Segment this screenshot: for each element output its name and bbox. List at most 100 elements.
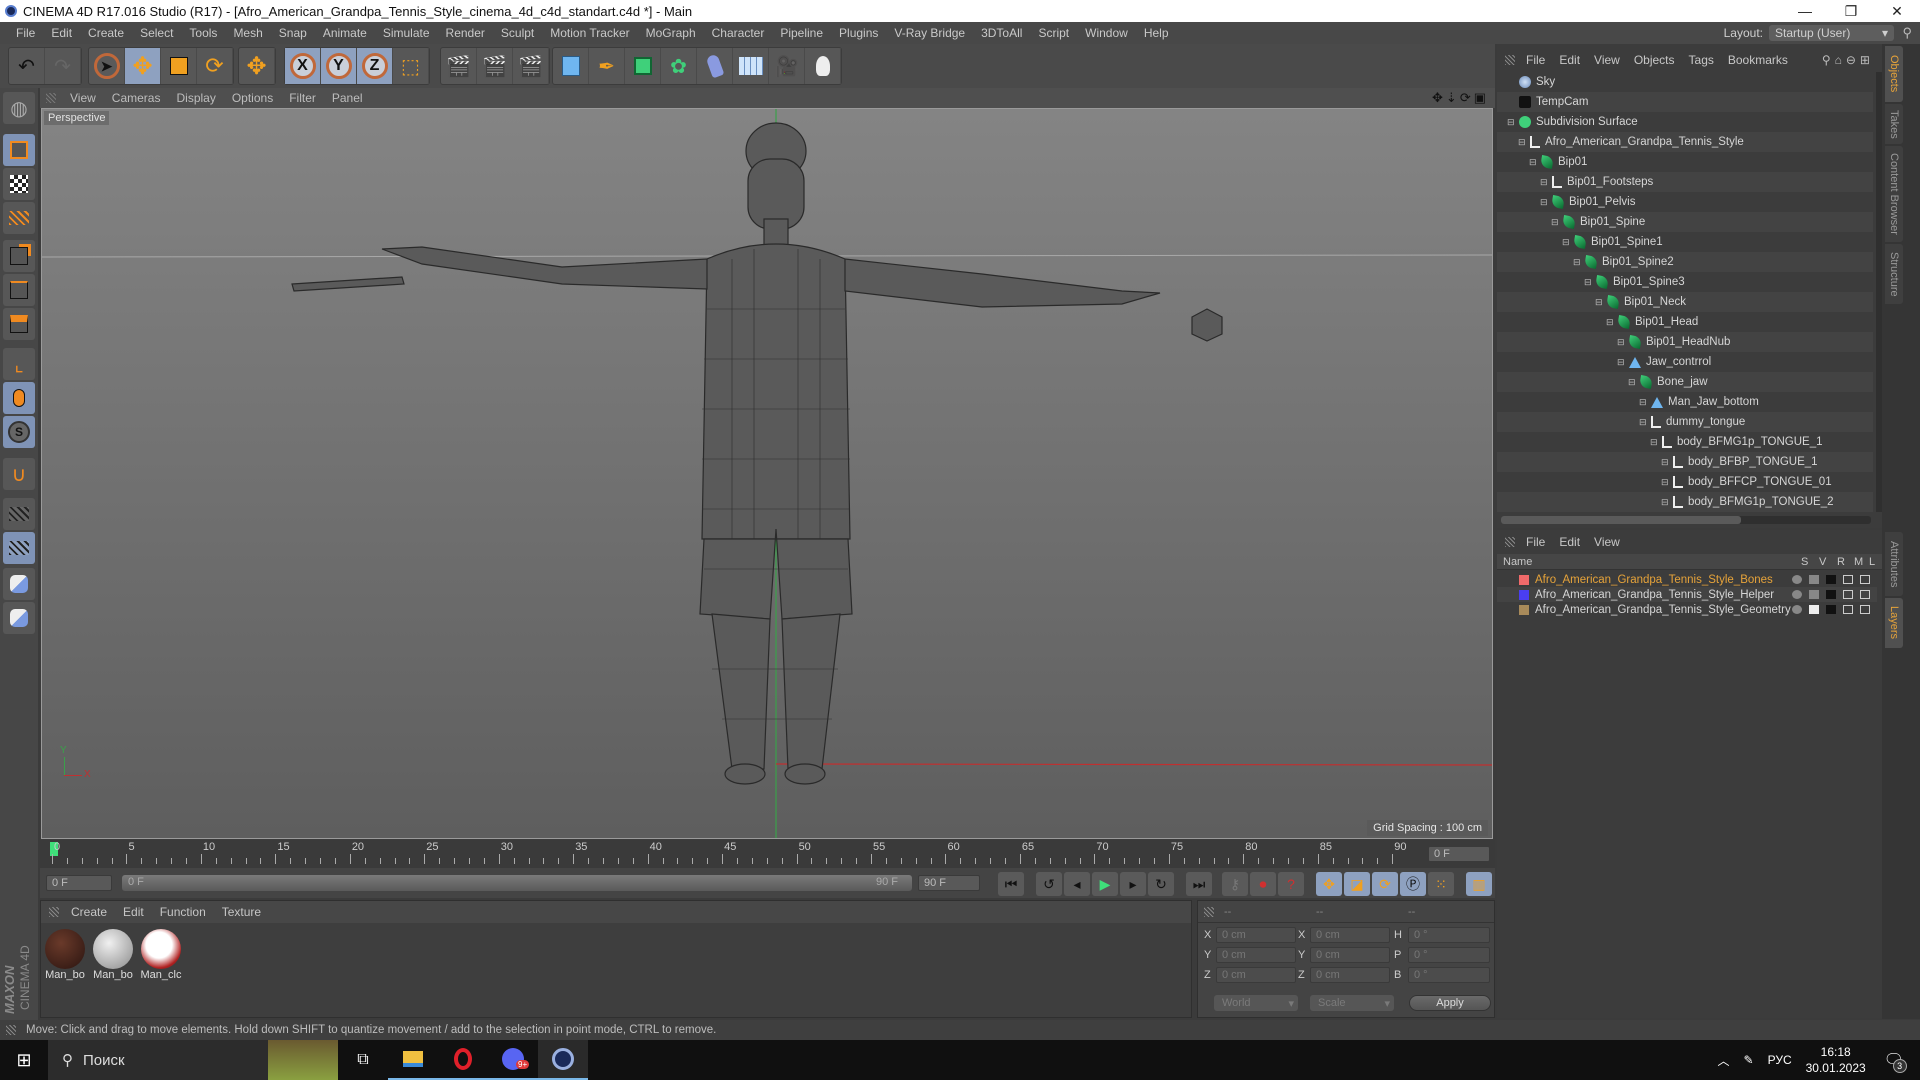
solo-dot-icon[interactable] [1792,605,1802,614]
layer-row[interactable]: Afro_American_Grandpa_Tennis_Style_Bones [1497,572,1877,587]
scale-tool-button[interactable] [161,48,197,84]
material-menu-create[interactable]: Create [63,905,115,919]
drag-handle-icon[interactable] [49,907,59,917]
taskbar-file-explorer[interactable] [388,1040,438,1080]
material-swatch[interactable]: Man_clc [139,927,183,983]
layer-color-swatch[interactable] [1519,604,1529,615]
object-tree-item[interactable]: ⊟ body_BFMG1p_TONGUE_2 [1497,492,1873,512]
coord-value-field[interactable]: 0 cm [1216,927,1296,943]
taskbar-discord[interactable]: 9+ [488,1040,538,1080]
object-tree-item[interactable]: ⊟ Bip01_HeadNub [1497,332,1873,352]
close-button[interactable]: ✕ [1874,0,1920,22]
z-axis-toggle[interactable]: Z [357,48,393,84]
axis-mode-button[interactable]: ⌞ [3,348,35,380]
object-tree-item[interactable]: ⊟ body_BFMG1p_TONGUE_1 [1497,432,1873,452]
object-tree-item[interactable]: ⊟ Man_Jaw_bottom [1497,392,1873,412]
expand-toggle-icon[interactable]: ⊟ [1507,117,1517,128]
object-menu-objects[interactable]: Objects [1627,53,1682,67]
object-tree-item[interactable]: ⊟ Bip01_Head [1497,312,1873,332]
polygons-mode-button[interactable] [3,308,35,340]
object-menu-tags[interactable]: Tags [1682,53,1721,67]
menu-simulate[interactable]: Simulate [375,26,438,40]
visibility-eye-icon[interactable] [1809,605,1819,614]
menu-tools[interactable]: Tools [181,26,225,40]
expand-toggle-icon[interactable]: ⊟ [1540,177,1550,188]
tab-attributes[interactable]: Attributes [1885,532,1903,596]
locked-workplane-button[interactable] [3,498,35,530]
scroll-thumb[interactable] [1501,516,1741,524]
object-manager-tools-icons[interactable]: ⚲⌂⊖⊞ [1822,53,1874,67]
material-swatch[interactable]: Man_bo [91,927,135,983]
edges-mode-button[interactable] [3,274,35,306]
object-tree-item[interactable]: ⊟ Bip01_Spine2 [1497,252,1873,272]
key-scale-toggle[interactable]: ◪ [1344,872,1370,896]
viewport-menu-cameras[interactable]: Cameras [104,91,169,105]
layer-row[interactable]: Afro_American_Grandpa_Tennis_Style_Geome… [1497,602,1877,617]
go-to-start-button[interactable]: ⏮ [998,872,1024,896]
tweak-mode-button[interactable] [3,382,35,414]
object-menu-view[interactable]: View [1587,53,1627,67]
timeline-ruler[interactable]: 0 5 10 15 20 25 30 35 40 45 50 55 60 65 70 75 80 85 90 0 F [40,840,1495,868]
y-axis-toggle[interactable]: Y [321,48,357,84]
menu-mesh[interactable]: Mesh [225,26,270,40]
minimize-button[interactable]: — [1782,0,1828,22]
language-indicator[interactable]: РУС [1768,1053,1792,1067]
layer-menu-view[interactable]: View [1587,535,1627,549]
magnet-button[interactable]: ∪ [3,458,35,490]
3d-viewport[interactable]: Perspective Y X Grid Spacing : 100 cm [41,108,1493,839]
object-tree-item[interactable]: ⊟ body_BFBP_TONGUE_1 [1497,452,1873,472]
object-tree-item[interactable]: ⊟ Subdivision Surface [1497,112,1873,132]
coordinate-space-dropdown[interactable]: World ▾ [1214,995,1298,1011]
restore-button[interactable]: ❐ [1828,0,1874,22]
tab-takes[interactable]: Takes [1885,104,1903,144]
expand-toggle-icon[interactable]: ⊟ [1617,337,1627,348]
manager-hierarchy-icon[interactable] [1843,575,1853,584]
clock[interactable]: 16:18 30.01.2023 [1806,1044,1866,1076]
render-settings-button[interactable]: 🎬 [513,48,549,84]
expand-toggle-icon[interactable]: ⊟ [1617,357,1627,368]
drag-handle-icon[interactable] [46,93,56,103]
material-menu-texture[interactable]: Texture [214,905,269,919]
expand-toggle-icon[interactable]: ⊟ [1518,137,1528,148]
layer-menu-edit[interactable]: Edit [1552,535,1587,549]
autokey-button[interactable]: ? [1278,872,1304,896]
material-menu-edit[interactable]: Edit [115,905,152,919]
key-rotation-toggle[interactable]: ⟳ [1372,872,1398,896]
undo-button[interactable]: ↶ [9,48,45,84]
windows-start-button[interactable]: ⊞ [0,1040,48,1080]
lock-icon[interactable] [1860,605,1870,614]
menu-sculpt[interactable]: Sculpt [493,26,542,40]
previous-key-button[interactable]: ↺ [1036,872,1062,896]
material-menu-function[interactable]: Function [152,905,214,919]
render-clapper-icon[interactable] [1826,605,1836,614]
menu-mograph[interactable]: MoGraph [638,26,704,40]
menu-render[interactable]: Render [438,26,493,40]
coord-value-field[interactable]: 0 cm [1310,927,1390,943]
expand-toggle-icon[interactable]: ⊟ [1639,417,1649,428]
menu-pipeline[interactable]: Pipeline [772,26,831,40]
menu-v-ray-bridge[interactable]: V-Ray Bridge [886,26,973,40]
lock-icon[interactable] [1860,590,1870,599]
current-frame-field[interactable]: 0 F [1428,846,1490,862]
go-to-end-button[interactable]: ⏭ [1186,872,1212,896]
object-tree-item[interactable]: ⊟ Bip01_Spine [1497,212,1873,232]
render-clapper-icon[interactable] [1826,590,1836,599]
tab-structure[interactable]: Structure [1885,244,1903,304]
x-axis-toggle[interactable]: X [285,48,321,84]
coord-value-field[interactable]: 0 ° [1408,967,1490,983]
render-view-button[interactable]: 🎬 [441,48,477,84]
menu-file[interactable]: File [8,26,43,40]
tray-overflow-chevron-icon[interactable]: ︿ [1718,1052,1730,1069]
menu-character[interactable]: Character [704,26,773,40]
move-tool-button[interactable]: ✥ [125,48,161,84]
taskbar-cinema4d[interactable] [538,1040,588,1080]
texture-mode-button[interactable] [3,168,35,200]
pen-icon[interactable]: ✎ [1744,1053,1754,1067]
expand-toggle-icon[interactable]: ⊟ [1661,497,1671,508]
layout-dropdown[interactable]: Startup (User) ▾ [1769,25,1894,41]
expand-toggle-icon[interactable]: ⊟ [1573,257,1583,268]
cube-button[interactable] [553,48,589,84]
previous-frame-button[interactable]: ◂ [1064,872,1090,896]
coord-value-field[interactable]: 0 cm [1310,947,1390,963]
drag-handle-icon[interactable] [1505,55,1515,65]
